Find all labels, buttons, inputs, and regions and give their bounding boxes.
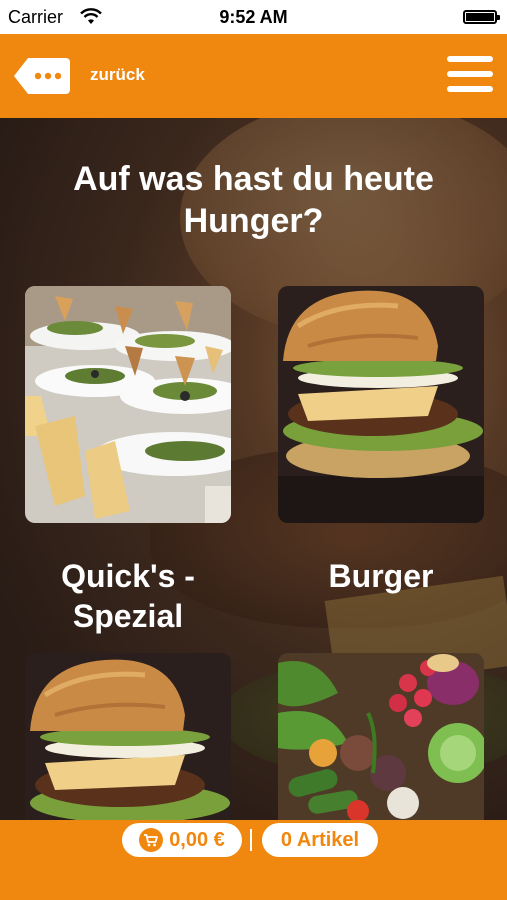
separator (250, 829, 252, 851)
category-label-quicks-spezial[interactable]: Quick's - Spezial (18, 556, 238, 636)
hamburger-icon-line (447, 71, 493, 77)
status-bar: Carrier 9:52 AM (0, 0, 507, 34)
cart-items-button[interactable]: 0 Artikel (262, 823, 378, 857)
cart-bar: 0,00 € 0 Artikel (0, 820, 507, 900)
cart-total-button[interactable]: 0,00 € (122, 823, 242, 857)
appetizer-image (25, 286, 231, 523)
battery-icon (463, 10, 500, 24)
hamburger-icon-line (447, 56, 493, 62)
back-button[interactable] (14, 56, 70, 96)
category-screen: Auf was hast du heute Hunger? Quick's - … (0, 118, 507, 820)
category-tile-quicks-spezial[interactable] (25, 286, 231, 523)
cart-total: 0,00 € (169, 828, 225, 851)
cart-icon (139, 828, 164, 852)
clock: 9:52 AM (219, 7, 288, 27)
category-tile-3[interactable] (25, 653, 231, 820)
back-label[interactable]: zurück (90, 65, 145, 85)
menu-button[interactable] (447, 54, 493, 94)
category-tile-burger[interactable] (278, 286, 484, 523)
category-tile-4[interactable] (278, 653, 484, 820)
hamburger-icon-line (447, 86, 493, 92)
burger-image (278, 286, 484, 523)
category-label-burger[interactable]: Burger (271, 556, 491, 596)
vegetables-image (278, 653, 484, 820)
page-title: Auf was hast du heute Hunger? (73, 160, 434, 240)
cart-item-count: 0 Artikel (280, 828, 360, 851)
nav-bar: zurück (0, 34, 507, 118)
burger-image (25, 653, 231, 820)
